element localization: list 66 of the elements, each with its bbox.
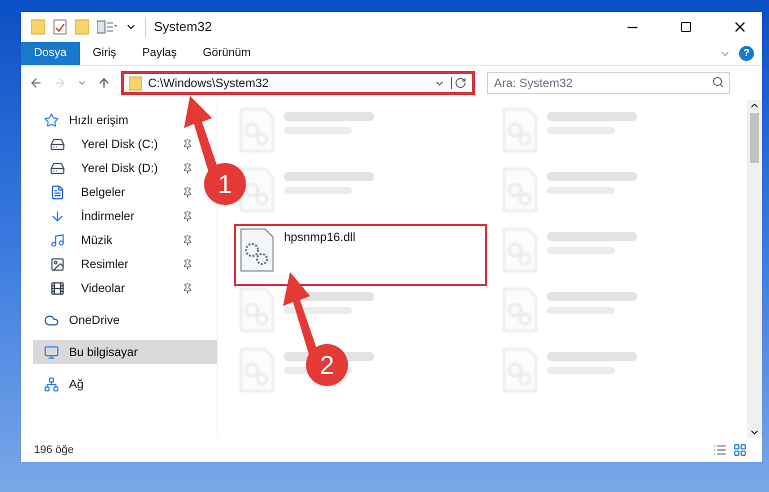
search-field[interactable]: Ara: System32 xyxy=(487,72,730,94)
pin-icon[interactable] xyxy=(182,234,193,246)
drive-icon xyxy=(50,160,64,176)
refresh-icon[interactable] xyxy=(451,77,467,89)
gear-file-icon xyxy=(502,348,536,392)
pin-icon[interactable] xyxy=(182,162,193,174)
nav-item[interactable]: Videolar xyxy=(81,281,125,295)
cloud-icon xyxy=(44,312,58,328)
gear-file-icon xyxy=(240,228,274,272)
music-note-icon xyxy=(50,232,64,248)
gear-file-icon xyxy=(502,168,536,212)
nav-item[interactable]: Hızlı erişim xyxy=(69,113,128,127)
download-icon xyxy=(50,208,64,224)
help-button[interactable]: ? xyxy=(739,46,754,61)
view-icon xyxy=(97,20,117,34)
details-view-icon[interactable] xyxy=(713,443,727,457)
nav-item[interactable]: Ağ xyxy=(69,377,84,391)
window-title: System32 xyxy=(145,17,601,37)
ribbon-tab[interactable]: Paylaş xyxy=(129,42,190,65)
address-field[interactable]: C:\Windows\System32 xyxy=(121,71,475,95)
properties-icon xyxy=(53,19,67,35)
drive-icon xyxy=(50,136,64,152)
pin-icon[interactable] xyxy=(182,258,193,270)
new-folder-icon xyxy=(75,19,89,35)
monitor-icon xyxy=(44,344,58,360)
image-icon xyxy=(50,256,64,272)
ribbon-tab[interactable]: Görünüm xyxy=(190,42,264,65)
folder-icon xyxy=(129,76,142,90)
tiles-view-icon[interactable] xyxy=(733,443,747,457)
back-icon[interactable] xyxy=(29,76,43,90)
scroll-thumb[interactable] xyxy=(750,113,759,163)
nav-item[interactable]: Belgeler xyxy=(81,185,126,199)
nav-item[interactable]: Bu bilgisayar xyxy=(69,345,138,359)
nav-item[interactable]: Müzik xyxy=(81,233,112,247)
file-name: hpsnmp16.dll xyxy=(284,229,356,246)
gear-file-icon xyxy=(502,228,536,272)
folder-icon xyxy=(31,19,45,35)
network-icon xyxy=(44,376,58,392)
nav-item[interactable]: OneDrive xyxy=(69,313,120,327)
nav-item[interactable]: Yerel Disk (C:) xyxy=(81,137,158,151)
gear-file-icon xyxy=(240,348,274,392)
pin-icon[interactable] xyxy=(182,138,193,150)
gear-file-icon xyxy=(502,108,536,152)
document-icon xyxy=(50,184,64,200)
pin-icon[interactable] xyxy=(182,186,193,198)
search-icon[interactable] xyxy=(712,76,724,88)
star-icon xyxy=(44,112,58,128)
file-item[interactable]: hpsnmp16.dll xyxy=(236,226,484,284)
item-count: 196 öğe xyxy=(34,442,75,458)
gear-file-icon xyxy=(240,288,274,332)
nav-item[interactable]: Yerel Disk (D:) xyxy=(81,161,158,175)
address-text: C:\Windows\System32 xyxy=(148,75,270,92)
pin-icon[interactable] xyxy=(182,282,193,294)
ribbon-tab[interactable]: Giriş xyxy=(80,42,130,65)
gear-file-icon xyxy=(502,288,536,332)
maximize-icon[interactable] xyxy=(680,21,692,33)
scrollbar[interactable] xyxy=(747,100,762,438)
pin-icon[interactable] xyxy=(182,210,193,222)
nav-item[interactable]: Resimler xyxy=(81,257,128,271)
gear-file-icon xyxy=(240,108,274,152)
ribbon-tab[interactable]: Dosya xyxy=(21,42,80,65)
nav-item[interactable]: İndirmeler xyxy=(81,209,134,223)
selected-nav-row[interactable]: Bu bilgisayar xyxy=(33,340,217,364)
gear-file-icon xyxy=(240,168,274,212)
up-icon[interactable] xyxy=(97,76,111,90)
film-icon xyxy=(50,280,64,296)
